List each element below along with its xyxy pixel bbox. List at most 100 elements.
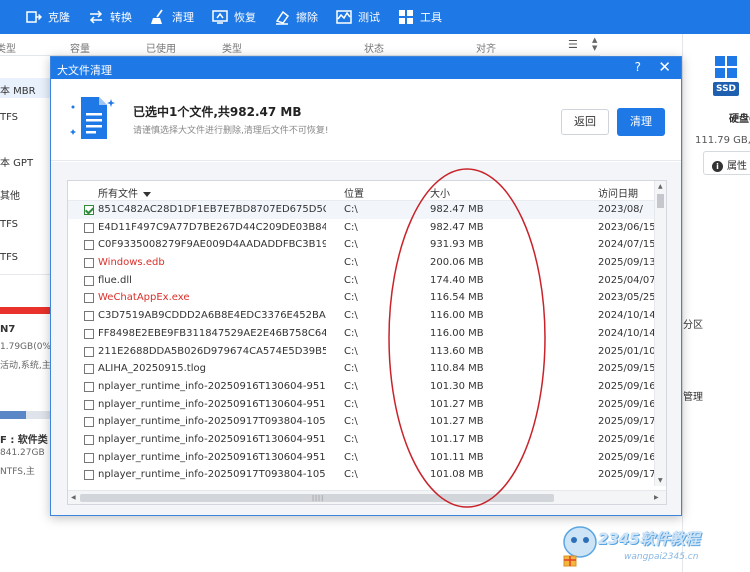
toolbar-tools-button[interactable]: 工具: [398, 0, 442, 34]
col-capacity[interactable]: 容量: [70, 40, 90, 55]
file-row[interactable]: E4D11F497C9A77D7BE267D44C209DE03B841... C…: [68, 219, 654, 237]
toolbar-convert-button[interactable]: 转换: [88, 0, 132, 34]
partition-name[interactable]: F : 软件类: [0, 431, 48, 446]
file-checkbox[interactable]: [84, 240, 94, 251]
file-checkbox[interactable]: [84, 258, 94, 269]
toolbar-clean-button[interactable]: 清理: [150, 0, 194, 34]
file-location: C:\: [344, 451, 358, 463]
file-checkbox[interactable]: [84, 399, 94, 410]
properties-button[interactable]: i 属性: [703, 151, 750, 175]
file-row[interactable]: nplayer_runtime_info-20250916T130604-951…: [68, 449, 654, 467]
file-checkbox[interactable]: [84, 417, 94, 428]
toolbar-wipe-button[interactable]: 擦除: [274, 0, 318, 34]
partition-name[interactable]: N7: [0, 324, 15, 335]
main-toolbar: 克隆 转换 清理 恢复 擦除 测试 工具: [0, 0, 750, 34]
file-table: 所有文件 位置 大小 访问日期 851C482AC28D1DF1EB7E7BD8…: [67, 180, 667, 505]
help-icon[interactable]: ?: [635, 60, 641, 74]
file-row[interactable]: nplayer_runtime_info-20250916T130604-951…: [68, 396, 654, 414]
file-location: C:\: [344, 239, 358, 251]
file-checkbox[interactable]: [84, 222, 94, 233]
header-all-files-label: 所有文件: [98, 189, 138, 200]
toolbar-recover-button[interactable]: 恢复: [212, 0, 256, 34]
large-file-cleanup-dialog: 大文件清理 ? ✕ 已选中1个文件,共982.47 MB 请谨慎选择大文件进行删…: [50, 56, 682, 516]
file-checkbox[interactable]: [84, 293, 94, 304]
file-access-date: 2023/05/25: [598, 292, 654, 304]
header-size[interactable]: 大小: [430, 185, 450, 200]
file-size: 110.84 MB: [430, 363, 484, 375]
file-row[interactable]: WeChatAppEx.exe C:\ 116.54 MB 2023/05/25: [68, 289, 654, 307]
header-location[interactable]: 位置: [344, 185, 364, 200]
scroll-left-icon[interactable]: ◀: [71, 494, 76, 501]
file-checkbox[interactable]: [84, 452, 94, 463]
col-fs-type[interactable]: 类型: [222, 40, 242, 55]
partition-label[interactable]: TFS: [0, 219, 18, 230]
scroll-down-icon[interactable]: ▼: [658, 477, 663, 484]
partition-label[interactable]: 其他: [0, 187, 20, 202]
toolbar-tools-label: 工具: [420, 11, 442, 24]
file-size: 931.93 MB: [430, 239, 484, 251]
file-location: C:\: [344, 380, 358, 392]
header-scroll-arrows-icon[interactable]: ▲ ▼: [592, 36, 597, 52]
file-checkbox[interactable]: [84, 364, 94, 375]
file-row[interactable]: nplayer_runtime_info-20250916T130604-951…: [68, 431, 654, 449]
file-row[interactable]: FF8498E2EBE9FB311847529AE2E46B758C641C..…: [68, 325, 654, 343]
column-settings-icon[interactable]: ☰: [568, 38, 578, 51]
file-row[interactable]: nplayer_runtime_info-20250917T093804-105…: [68, 466, 654, 484]
file-row[interactable]: C0F9335008279F9AE009D4AADADDFBC3B19D... C…: [68, 236, 654, 254]
file-row[interactable]: flue.dll C:\ 174.40 MB 2025/04/07: [68, 272, 654, 290]
toolbar-convert-label: 转换: [110, 11, 132, 24]
file-row[interactable]: ALIHA_20250915.tlog C:\ 110.84 MB 2025/09/1…: [68, 360, 654, 378]
horizontal-scrollbar[interactable]: ◀ |||| ▶: [68, 490, 666, 504]
vertical-scrollbar[interactable]: ▲ ▼: [654, 181, 666, 486]
header-all-files[interactable]: 所有文件: [98, 185, 151, 200]
side-text: 管理: [683, 392, 703, 403]
back-button[interactable]: 返回: [561, 109, 609, 135]
file-row[interactable]: C3D7519AB9CDDD2A6B8E4EDC3376E452BAD... C:…: [68, 307, 654, 325]
scroll-right-icon[interactable]: ▶: [654, 494, 659, 501]
file-checkbox[interactable]: [84, 275, 94, 286]
file-location: C:\: [344, 274, 358, 286]
file-size: 101.27 MB: [430, 398, 484, 410]
file-row[interactable]: nplayer_runtime_info-20250917T093804-105…: [68, 413, 654, 431]
file-checkbox[interactable]: [84, 346, 94, 357]
partition-size: 1.79GB(0%: [0, 342, 51, 352]
partition-label[interactable]: 本 GPT: [0, 154, 33, 169]
file-access-date: 2025/09/15: [598, 363, 654, 375]
file-row[interactable]: 211E2688DDA5B026D979674CA574E5D39B52... C…: [68, 343, 654, 361]
file-size: 101.17 MB: [430, 433, 484, 445]
file-row[interactable]: 851C482AC28D1DF1EB7E7BD8707ED675D5C6... C…: [68, 201, 654, 219]
file-checkbox[interactable]: [84, 381, 94, 392]
toolbar-recover-label: 恢复: [234, 11, 256, 24]
scroll-up-icon[interactable]: ▲: [658, 183, 663, 190]
file-row[interactable]: Windows.edb C:\ 200.06 MB 2025/09/13: [68, 254, 654, 272]
properties-label: 属性: [727, 161, 747, 172]
file-name: 851C482AC28D1DF1EB7E7BD8707ED675D5C6...: [98, 204, 326, 215]
partition-label[interactable]: TFS: [0, 112, 18, 123]
file-name: WeChatAppEx.exe: [98, 292, 190, 304]
clean-button[interactable]: 清理: [617, 108, 665, 136]
col-align[interactable]: 对齐: [476, 40, 496, 55]
mascot-icon: [563, 526, 597, 567]
toolbar-clone-button[interactable]: 克隆: [26, 0, 70, 34]
col-type[interactable]: 类型: [0, 40, 16, 55]
file-checkbox[interactable]: [84, 311, 94, 322]
file-checkbox[interactable]: [84, 328, 94, 339]
toolbar-test-button[interactable]: 测试: [336, 0, 380, 34]
header-access-date[interactable]: 访问日期: [598, 185, 638, 200]
file-location: C:\: [344, 345, 358, 357]
file-rows: 851C482AC28D1DF1EB7E7BD8707ED675D5C6... C…: [68, 201, 654, 484]
vertical-scroll-thumb[interactable]: [657, 194, 664, 208]
file-row[interactable]: nplayer_runtime_info-20250916T130604-951…: [68, 378, 654, 396]
file-checkbox[interactable]: [84, 470, 94, 481]
file-name: flue.dll: [98, 274, 132, 286]
file-checkbox[interactable]: [84, 205, 94, 215]
file-checkbox[interactable]: [84, 434, 94, 445]
close-icon[interactable]: ✕: [658, 58, 671, 76]
partition-row[interactable]: 本 MBR: [0, 78, 52, 98]
col-status[interactable]: 状态: [364, 40, 384, 55]
partition-list: 本 MBR TFS 本 GPT 其他 TFS TFS N7 1.79GB(0% …: [0, 56, 52, 572]
selection-summary: 已选中1个文件,共982.47 MB 请谨慎选择大文件进行删除,清理后文件不可恢…: [51, 79, 681, 161]
file-location: C:\: [344, 398, 358, 410]
partition-label[interactable]: TFS: [0, 252, 18, 263]
col-used[interactable]: 已使用: [146, 40, 176, 55]
